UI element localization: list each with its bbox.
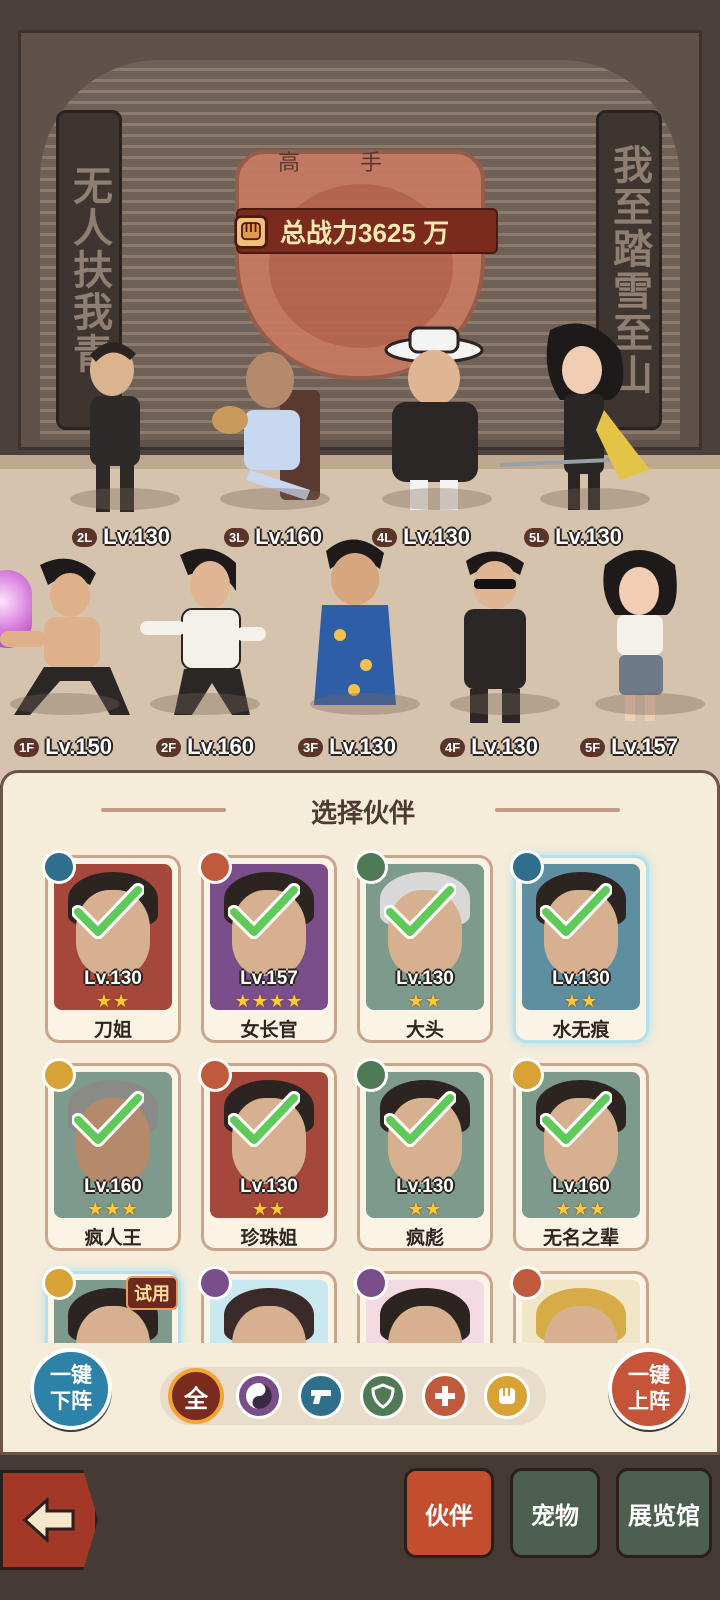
filter-fist-icon[interactable] [484, 1373, 530, 1419]
card-stars: ★★★ [87, 1199, 139, 1219]
tab-partner[interactable]: 伙伴 [404, 1468, 494, 1558]
partner-card[interactable]: Lv.130 ★★ 珍珠姐 [198, 1058, 337, 1251]
card-level: Lv.130 [240, 1176, 298, 1197]
lineup-stage: 无人扶我青 我至踏雪至山 高手 总战力3625 万 2L Lv.130 3L L… [0, 0, 720, 785]
partner-card[interactable]: Lv.160 ★★★ 无名之辈 [510, 1058, 649, 1251]
character-4f[interactable] [440, 545, 560, 725]
medic-icon [198, 1058, 232, 1092]
filter-all-button[interactable]: 全 [168, 1368, 224, 1424]
partner-card[interactable]: Lv.130 ★★ 大头 [354, 850, 493, 1043]
gun-icon [510, 850, 544, 884]
card-level: Lv.157 [240, 968, 298, 989]
total-power-banner: 总战力3625 万 [234, 208, 498, 254]
card-level: Lv.160 [552, 1176, 610, 1197]
filter-shield-icon[interactable] [360, 1373, 406, 1419]
character-4l[interactable] [372, 320, 502, 520]
selected-check-icon [384, 1091, 456, 1147]
lineup-level-2l: 2L Lv.130 [72, 524, 170, 550]
trial-badge: 试用 [126, 1276, 178, 1310]
back-arrow-icon [22, 1496, 75, 1544]
selected-check-icon [540, 1091, 612, 1147]
card-name: 珍珠姐 [240, 1228, 298, 1249]
card-level: Lv.160 [84, 1176, 142, 1197]
fist-icon [42, 1266, 76, 1300]
yin-yang-icon [198, 1266, 232, 1300]
card-name: 疯彪 [405, 1228, 444, 1249]
selected-check-icon [228, 883, 300, 939]
character-2f[interactable] [140, 545, 270, 725]
lineup-level-4l: 4L Lv.130 [372, 524, 470, 550]
one-key-deploy-button[interactable]: 一键 上阵 [608, 1348, 690, 1430]
emblem-title: 高手 [277, 151, 442, 176]
yin-yang-icon [354, 1266, 388, 1300]
card-level: Lv.130 [396, 1176, 454, 1197]
card-stars: ★★★ [555, 1199, 607, 1219]
shield-icon [354, 850, 388, 884]
selected-check-icon [384, 883, 456, 939]
medic-icon [198, 850, 232, 884]
lineup-level-4f: 4F Lv.130 [440, 734, 538, 760]
lineup-level-2f: 2F Lv.160 [156, 734, 254, 760]
one-key-remove-button[interactable]: 一键 下阵 [30, 1348, 112, 1430]
card-name: 疯人王 [84, 1228, 142, 1249]
lineup-level-3l: 3L Lv.160 [224, 524, 322, 550]
character-5f[interactable] [585, 545, 705, 725]
tab-gallery[interactable]: 展览馆 [616, 1468, 712, 1558]
lineup-level-5f: 5F Lv.157 [580, 734, 678, 760]
lineup-level-5l: 5L Lv.130 [524, 524, 622, 550]
partner-grid[interactable]: Lv.130 ★★ 刀姐 Lv.157 ★★★★ 女长官 Lv.130 ★★ 大… [3, 845, 717, 1343]
partner-card[interactable] [354, 1266, 493, 1343]
filter-gun-icon[interactable] [298, 1373, 344, 1419]
character-5l[interactable] [499, 320, 670, 520]
shield-icon [354, 1058, 388, 1092]
total-power-text: 总战力3625 万 [280, 217, 450, 248]
filter-yin-yang-icon[interactable] [236, 1373, 282, 1419]
lineup-level-3f: 3F Lv.130 [298, 734, 396, 760]
card-stars: ★★ [407, 991, 443, 1011]
filter-medic-icon[interactable] [422, 1373, 468, 1419]
partner-card[interactable]: Lv.130 ★★ 水无痕 [510, 850, 649, 1043]
card-stars: ★★ [251, 1199, 287, 1219]
card-name: 水无痕 [552, 1020, 610, 1041]
character-2l[interactable] [60, 330, 180, 520]
gun-icon [42, 850, 76, 884]
card-stars: ★★ [407, 1199, 443, 1219]
card-name: 大头 [405, 1020, 444, 1041]
medic-icon [510, 1266, 544, 1300]
fist-icon [510, 1058, 544, 1092]
card-level: Lv.130 [84, 968, 142, 989]
card-level: Lv.130 [552, 968, 610, 989]
card-stars: ★★★★ [234, 991, 304, 1011]
card-level: Lv.130 [396, 968, 454, 989]
partner-select-panel: 选择伙伴 Lv.130 ★★ 刀姐 Lv.157 ★★★★ 女长官 Lv.130… [0, 770, 720, 1455]
selected-check-icon [540, 883, 612, 939]
selected-check-icon [228, 1091, 300, 1147]
card-name: 无名之辈 [542, 1228, 619, 1249]
partner-card[interactable]: Lv.157 ★★★★ 女长官 [198, 850, 337, 1043]
partner-card[interactable] [510, 1266, 649, 1343]
fist-icon [42, 1058, 76, 1092]
partner-card[interactable]: Lv.130 ★★ 疯彪 [354, 1058, 493, 1251]
partner-card[interactable]: Lv.130 ★★ 刀姐 [42, 850, 181, 1043]
selected-check-icon [72, 883, 144, 939]
bottom-nav [0, 1455, 720, 1600]
card-stars: ★★ [563, 991, 599, 1011]
character-3f[interactable] [300, 535, 420, 725]
partner-card[interactable]: 试用 [42, 1266, 181, 1343]
card-name: 女长官 [240, 1020, 298, 1041]
card-stars: ★★ [95, 991, 131, 1011]
selected-check-icon [72, 1091, 144, 1147]
tab-pet[interactable]: 宠物 [510, 1468, 600, 1558]
title-decoration-right [495, 808, 620, 812]
lineup-level-1f: 1F Lv.150 [14, 734, 112, 760]
partner-card[interactable] [198, 1266, 337, 1343]
partner-card[interactable]: Lv.160 ★★★ 疯人王 [42, 1058, 181, 1251]
fist-icon [234, 215, 268, 249]
card-name: 刀姐 [93, 1020, 132, 1041]
character-3l[interactable] [210, 340, 340, 520]
back-button[interactable] [0, 1470, 98, 1570]
character-1f[interactable] [0, 555, 140, 725]
